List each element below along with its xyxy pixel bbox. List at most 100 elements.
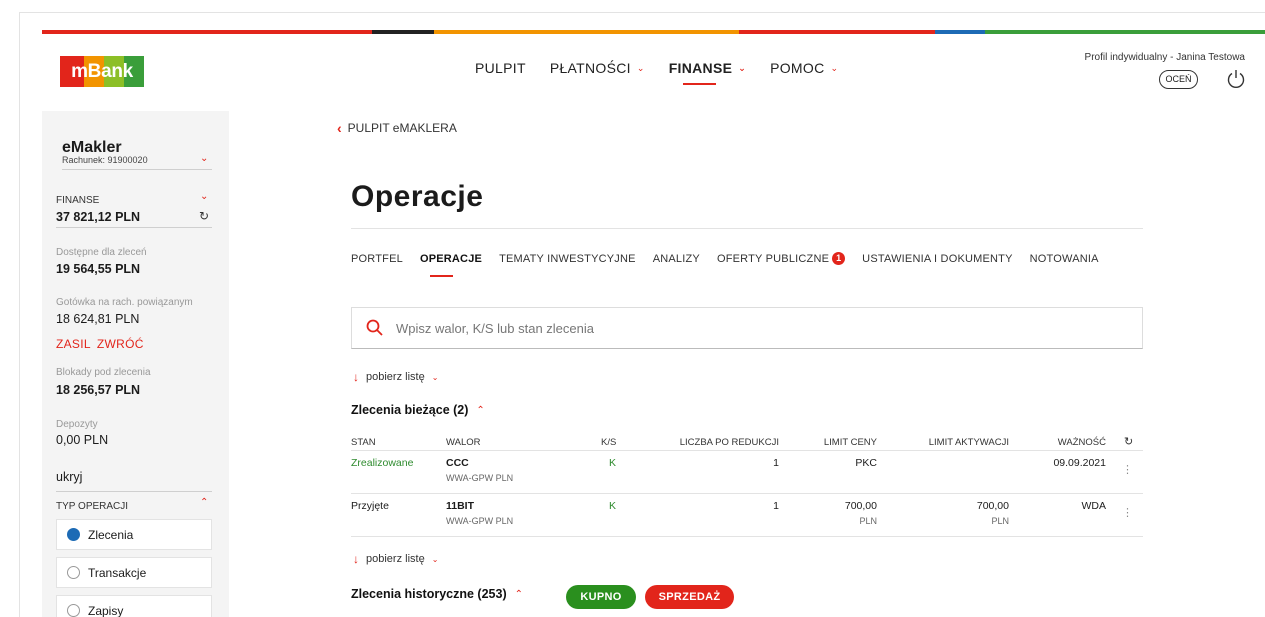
radio-selected[interactable] (67, 528, 80, 541)
col-waznosc[interactable]: WAŻNOŚĆ (1031, 437, 1106, 448)
tab-notowania[interactable]: NOTOWANIA (1030, 252, 1099, 265)
color-bar-segment (42, 30, 372, 34)
col-walor[interactable]: WALOR (446, 437, 480, 448)
cash-actions: ZASIL ZWRÓĆ (56, 337, 144, 351)
more-options-icon[interactable]: ⋮ (1122, 463, 1133, 476)
chevron-up-icon: ⌃ (476, 404, 485, 416)
nav-platnosci[interactable]: PŁATNOŚCI ⌄ (550, 60, 645, 76)
tab-portfel[interactable]: PORTFEL (351, 252, 403, 265)
order-side: K (609, 457, 617, 469)
color-bar-segment (935, 30, 985, 34)
table-row[interactable]: Przyjęte 11BIT WWA-GPW PLN K 1 700,00 PL… (351, 494, 1143, 537)
order-status: Przyjęte (351, 500, 389, 512)
divider (62, 169, 212, 170)
deposits-value: 0,00 PLN (56, 433, 109, 447)
op-option-zapisy[interactable]: Zapisy (56, 595, 212, 617)
table-header: STAN WALOR K/S LICZBA PO REDUKCJI LIMIT … (351, 433, 1143, 451)
account-number[interactable]: Rachunek: 91900020 (62, 155, 148, 165)
search-box (351, 307, 1143, 349)
deposits-label: Depozyty (56, 419, 98, 430)
order-side: K (609, 500, 617, 512)
account-chevron-down-icon[interactable]: ⌄ (200, 153, 208, 164)
radio-unselected[interactable] (67, 566, 80, 579)
divider (56, 491, 212, 492)
current-orders-table: STAN WALOR K/S LICZBA PO REDUKCJI LIMIT … (351, 433, 1143, 537)
color-bar-segment (739, 30, 935, 34)
chevron-down-icon: ⌄ (636, 62, 645, 73)
mbank-logo[interactable]: mBank (60, 56, 144, 87)
chevron-down-icon: ⌄ (431, 554, 439, 564)
tab-ustawienia[interactable]: USTAWIENIA I DOKUMENTY (862, 252, 1012, 265)
cash-value: 18 624,81 PLN (56, 312, 140, 326)
finanse-value: 37 821,12 PLN (56, 210, 141, 224)
tab-oferty[interactable]: OFERTY PUBLICZNE 1 (717, 252, 846, 265)
operation-type-chevron-up-icon[interactable]: ⌃ (200, 497, 208, 508)
divider (56, 227, 212, 228)
cash-label: Gotówka na rach. powiązanym (56, 297, 193, 308)
radio-unselected[interactable] (67, 604, 80, 617)
tabs: PORTFEL OPERACJE TEMATY INWESTYCYJNE ANA… (351, 252, 1099, 277)
col-liczba[interactable]: LICZBA PO REDUKCJI (651, 437, 779, 448)
operation-type-label: TYP OPERACJI (56, 501, 129, 512)
nav-pulpit[interactable]: PULPIT (475, 60, 526, 76)
search-input[interactable] (396, 320, 996, 336)
order-validity: 09.09.2021 (1053, 457, 1106, 469)
download-list-button[interactable]: ↓ pobierz listę ⌄ (353, 552, 438, 566)
order-activation-limit (891, 457, 1009, 461)
order-status: Zrealizowane (351, 457, 414, 469)
breadcrumb[interactable]: ‹ PULPIT eMAKLERA (337, 120, 457, 136)
topup-link[interactable]: ZASIL (56, 337, 91, 351)
more-options-icon[interactable]: ⋮ (1122, 506, 1133, 519)
nav-pomoc[interactable]: POMOC ⌄ (770, 60, 838, 76)
chevron-down-icon: ⌄ (830, 62, 839, 73)
sidebar: eMakler Rachunek: 91900020 ⌄ FINANSE ⌄ 3… (42, 111, 229, 617)
history-orders-header[interactable]: Zlecenia historyczne (253) ⌃ (351, 587, 523, 601)
available-value: 19 564,55 PLN (56, 262, 141, 276)
search-icon (366, 319, 383, 336)
tab-tematy[interactable]: TEMATY INWESTYCYJNE (499, 252, 636, 265)
brand-color-bar (42, 30, 1265, 34)
col-ks[interactable]: K/S (601, 437, 616, 448)
download-list-button[interactable]: ↓ pobierz listę ⌄ (353, 370, 438, 384)
profile-name[interactable]: Profil indywidualny - Janina Testowa (1085, 52, 1245, 63)
col-limit-ceny[interactable]: LIMIT CENY (791, 437, 877, 448)
chevron-left-icon: ‹ (337, 120, 342, 136)
chevron-down-icon: ⌄ (738, 62, 747, 73)
return-link[interactable]: ZWRÓĆ (97, 337, 144, 351)
col-stan[interactable]: STAN (351, 437, 376, 448)
hide-link[interactable]: ukryj (56, 470, 82, 484)
order-instrument: 11BIT WWA-GPW PLN (446, 500, 514, 526)
order-price-limit: PKC (855, 457, 877, 469)
refresh-icon[interactable]: ↻ (1124, 435, 1133, 448)
op-option-transakcje[interactable]: Transakcje (56, 557, 212, 588)
divider (351, 228, 1143, 229)
order-quantity: 1 (773, 457, 779, 469)
page-title: Operacje (351, 180, 484, 213)
window-border-top (19, 12, 1265, 13)
nav-finanse[interactable]: FINANSE ⌄ (669, 60, 747, 85)
buy-button[interactable]: KUPNO (566, 585, 636, 609)
notification-badge: 1 (832, 252, 846, 265)
finanse-chevron-down-icon[interactable]: ⌄ (200, 191, 208, 202)
tab-analizy[interactable]: ANALIZY (653, 252, 700, 265)
logout-button[interactable] (1225, 68, 1247, 90)
available-label: Dostępne dla zleceń (56, 247, 147, 258)
main-navigation: PULPIT PŁATNOŚCI ⌄ FINANSE ⌄ POMOC ⌄ (475, 60, 838, 85)
chevron-down-icon: ⌄ (431, 372, 439, 382)
tab-operacje[interactable]: OPERACJE (420, 252, 482, 277)
col-limit-aktywacji[interactable]: LIMIT AKTYWACJI (891, 437, 1009, 448)
refresh-icon[interactable]: ↻ (199, 209, 209, 223)
order-validity: WDA (1081, 500, 1107, 512)
table-row[interactable]: Zrealizowane CCC WWA-GPW PLN K 1 PKC 09.… (351, 451, 1143, 494)
sell-button[interactable]: SPRZEDAŻ (645, 585, 734, 609)
order-quantity: 1 (773, 500, 779, 512)
finanse-label: FINANSE (56, 195, 100, 206)
rate-button[interactable]: OCEŃ (1159, 70, 1198, 89)
download-icon: ↓ (353, 370, 359, 384)
order-price-limit: 700,00 PLN (844, 500, 877, 526)
blocked-label: Blokady pod zlecenia (56, 367, 151, 378)
op-option-zlecenia[interactable]: Zlecenia (56, 519, 212, 550)
current-orders-header[interactable]: Zlecenia bieżące (2) ⌃ (351, 403, 485, 417)
chevron-up-icon: ⌃ (514, 588, 524, 600)
color-bar-segment (985, 30, 1265, 34)
